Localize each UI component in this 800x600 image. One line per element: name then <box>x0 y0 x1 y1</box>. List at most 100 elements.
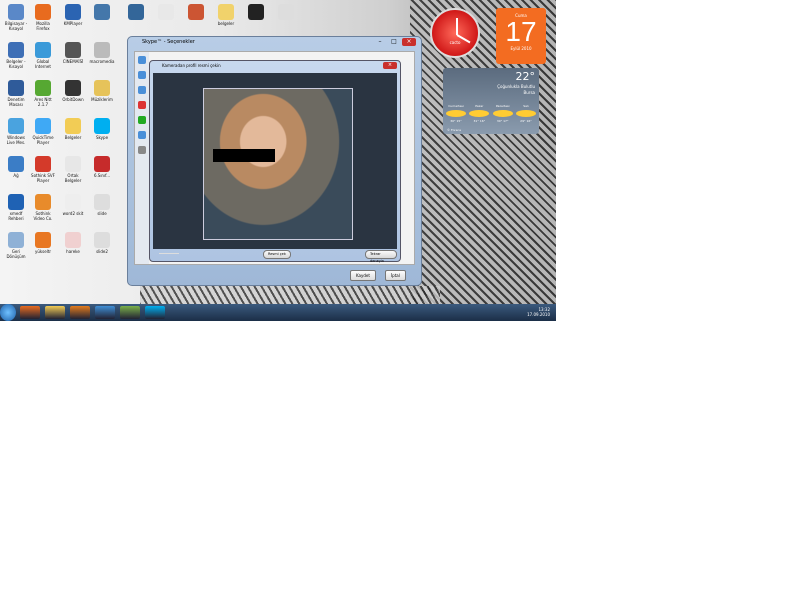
sun-icon <box>492 110 513 117</box>
g3-icon <box>65 232 81 248</box>
forecast-day: Pazartesi 30° 17° <box>492 104 513 123</box>
sidebar-item-notifications[interactable] <box>138 86 146 94</box>
taskbar-item-skype[interactable] <box>145 306 165 319</box>
maximize-button[interactable]: □ <box>388 38 400 46</box>
desktop-icon-e3[interactable]: Ortak Belgeler <box>57 156 89 190</box>
close-button[interactable]: × <box>402 38 416 46</box>
mozilla-icon <box>35 4 51 20</box>
close-icon[interactable]: × <box>383 62 397 69</box>
desktop-icon-c4[interactable]: Müziklerim <box>86 80 118 114</box>
g2-icon <box>35 232 51 248</box>
desktop-icon-f2[interactable]: Sothink Video Co. <box>27 194 59 228</box>
weather-gadget[interactable]: 22° Çoğunlukla Bulutlu Bursa Cumartesi 30… <box>443 68 539 134</box>
cancel-button[interactable]: İptal <box>385 270 406 281</box>
desktop-icon-d3[interactable]: Belgeler <box>57 118 89 152</box>
kmplayer-icon <box>65 4 81 20</box>
c2-icon <box>35 80 51 96</box>
tray-date: 17.09.2010 <box>527 312 550 317</box>
taskbar-item-network[interactable] <box>120 306 140 319</box>
zoom-slider[interactable] <box>159 253 179 254</box>
desktop-icon-label: Skype <box>95 135 109 140</box>
desktop-icon-p6[interactable] <box>180 4 212 38</box>
desktop-icon-p4[interactable] <box>120 4 152 38</box>
desktop-icon-macromedia[interactable]: macromedia <box>86 42 118 76</box>
sidebar-item-general[interactable] <box>138 56 146 64</box>
sidebar-item-chat[interactable] <box>138 131 146 139</box>
desktop-icon-p3[interactable] <box>86 4 118 38</box>
desktop-icon-p8[interactable] <box>240 4 272 38</box>
forecast-day: Salı 29° 16° <box>515 104 536 123</box>
desktop-icon-c3[interactable]: OrbitDown <box>57 80 89 114</box>
camera-preview <box>153 73 397 249</box>
desktop-icon-f4[interactable]: slide <box>86 194 118 228</box>
sidebar-item-alerts[interactable] <box>138 101 146 109</box>
p3-icon <box>94 4 110 20</box>
sun-icon <box>515 110 536 117</box>
desktop-icon-label: Mozilla Firefox <box>36 21 50 31</box>
forecast-day: Cumartesi 30° 15° <box>446 104 466 123</box>
p4-icon <box>128 4 144 20</box>
taskbar-item-firefox[interactable] <box>20 306 40 319</box>
clock-gadget[interactable]: cacto <box>430 8 480 58</box>
p9-icon <box>278 4 294 20</box>
e4-icon <box>94 156 110 172</box>
p5-icon <box>158 4 174 20</box>
sidebar-item-privacy[interactable] <box>138 71 146 79</box>
clock-hour-hand <box>456 18 458 35</box>
calendar-gadget[interactable]: Cuma 17 Eylül 2010 <box>496 8 546 64</box>
capture-button[interactable]: Resmi çek <box>263 250 291 259</box>
desktop-icon-g4[interactable]: slide2 <box>86 232 118 266</box>
c3-icon <box>65 80 81 96</box>
g4-icon <box>94 232 110 248</box>
camera-capture-dialog[interactable]: Kameradan profil resmi çekin × Resmi çek… <box>149 60 401 263</box>
desktop: Bilgisayar - Kısayol Mozilla Firefox KMPla… <box>0 0 556 321</box>
desktop-icon-label: Global Internet <box>35 59 51 69</box>
taskbar-item-explorer[interactable] <box>45 306 65 319</box>
desktop-icon-mozilla[interactable]: Mozilla Firefox <box>27 4 59 38</box>
taskbar-item-ie[interactable] <box>95 306 115 319</box>
weather-temp: 22° <box>515 70 536 83</box>
desktop-icon-p9[interactable] <box>270 4 302 38</box>
desktop-icon-belgeler[interactable]: belgeler <box>210 4 242 38</box>
macromedia-icon <box>94 42 110 58</box>
desktop-icon-label: Ares Nitt 2.1.7 <box>34 97 52 107</box>
minimize-button[interactable]: – <box>374 38 386 46</box>
belgeler2-icon <box>8 42 24 58</box>
desktop-icon-kmplayer[interactable]: KMPlayer <box>57 4 89 38</box>
desktop-icon-e4[interactable]: 6.Sınıf... <box>86 156 118 190</box>
desktop-icon-label: CINEMAİSİ <box>62 59 84 64</box>
save-button[interactable]: Kaydet <box>350 270 376 281</box>
desktop-icon-label: Müziklerim <box>91 97 113 102</box>
desktop-icon-label: yükseltr <box>34 249 52 254</box>
retry-button[interactable]: Tekrar deneyin <box>365 250 397 263</box>
g1-icon <box>8 232 24 248</box>
weather-source: © Foreca <box>447 128 461 132</box>
desktop-icon-cinema[interactable]: CINEMAİSİ <box>57 42 89 76</box>
desktop-icon-d4[interactable]: Skype <box>86 118 118 152</box>
bilgisayar-icon <box>8 4 24 20</box>
desktop-icon-g2[interactable]: yükseltr <box>27 232 59 266</box>
p8-icon <box>248 4 264 20</box>
desktop-icon-label: Sothink Video Co. <box>33 211 53 221</box>
weather-city: Bursa <box>523 90 535 95</box>
desktop-icon-p5[interactable] <box>150 4 182 38</box>
c1-icon <box>8 80 24 96</box>
sidebar-item-calls[interactable] <box>138 116 146 124</box>
desktop-icon-c2[interactable]: Ares Nitt 2.1.7 <box>27 80 59 114</box>
f1-icon <box>8 194 24 210</box>
desktop-icon-d2[interactable]: QuickTime Player <box>27 118 59 152</box>
desktop-icon-f3[interactable]: word2 skit <box>57 194 89 228</box>
desktop-icon-label: Ortak Belgeler <box>64 173 82 183</box>
desktop-icon-label: OrbitDown <box>62 97 84 102</box>
desktop-icon-label: hareke <box>66 249 80 254</box>
taskbar-item-media[interactable] <box>70 306 90 319</box>
e2-icon <box>35 156 51 172</box>
system-tray[interactable]: 13:32 17.09.2010 <box>527 307 550 317</box>
desktop-icon-g3[interactable]: hareke <box>57 232 89 266</box>
start-button[interactable] <box>0 304 16 321</box>
desktop-icon-label: 6.Sınıf... <box>93 173 111 178</box>
weather-forecast: Cumartesi 30° 15° Pazar 31° 16° Pazartesi 3… <box>446 104 536 123</box>
sidebar-item-advanced[interactable] <box>138 146 146 154</box>
desktop-icon-gelismis[interactable]: Global Internet <box>27 42 59 76</box>
desktop-icon-e2[interactable]: Sothink SVF Player <box>27 156 59 190</box>
